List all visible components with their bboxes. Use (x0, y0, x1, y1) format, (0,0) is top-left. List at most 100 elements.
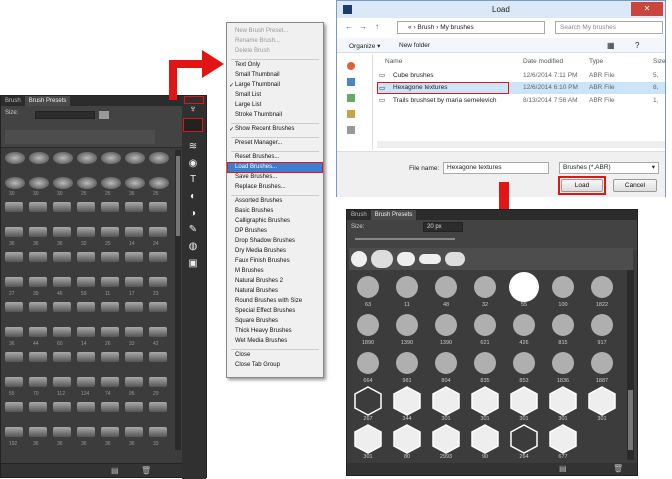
brush-thumbnail[interactable] (548, 310, 578, 340)
brush-thumbnail[interactable] (5, 177, 25, 189)
close-button[interactable]: ✕ (631, 2, 663, 16)
size-field[interactable]: 20 px (423, 222, 463, 232)
path-my-brushes[interactable]: My brushes (440, 24, 474, 31)
new-folder-button[interactable]: New folder (399, 42, 430, 49)
brush-thumbnail[interactable] (431, 348, 461, 378)
navigation-pane[interactable] (337, 54, 373, 150)
brush-thumbnail[interactable] (29, 377, 47, 387)
trash-icon[interactable]: 🗑 (613, 464, 623, 473)
brush-thumbnail[interactable] (77, 377, 95, 387)
character-icon[interactable]: T (186, 174, 200, 186)
brush-thumbnail[interactable] (470, 310, 500, 340)
brush-thumbnail[interactable] (149, 377, 167, 387)
brush-thumbnail[interactable] (392, 272, 422, 302)
brush-thumbnail[interactable] (53, 402, 71, 412)
brush-thumbnail[interactable] (101, 227, 119, 237)
scrollbar-thumb[interactable] (176, 156, 180, 236)
brush-thumbnail[interactable] (470, 272, 500, 302)
styles-icon[interactable]: ◉ (186, 158, 200, 170)
brush-thumbnail[interactable] (29, 277, 47, 287)
file-row[interactable]: ▭ Cube brushes 12/6/2014 7:11 PM ABR Fil… (377, 70, 665, 81)
brush-thumbnail[interactable] (353, 348, 383, 378)
brush-thumbnail[interactable] (149, 227, 167, 237)
brush-thumbnail[interactable] (77, 202, 95, 212)
brush-icon[interactable]: ♆ (186, 104, 200, 116)
menu-item[interactable]: DP Brushes (235, 228, 267, 234)
brush-thumbnail[interactable] (431, 272, 461, 302)
brush-thumbnail[interactable] (431, 424, 461, 454)
menu-item[interactable]: Faux Finish Brushes (235, 258, 290, 264)
brush-thumbnail[interactable] (101, 327, 119, 337)
menu-item[interactable]: Save Brushes... (235, 174, 277, 180)
menu-item[interactable]: Assorted Brushes (235, 198, 282, 204)
brush-thumbnail[interactable] (5, 252, 23, 262)
brush-thumbnail[interactable] (149, 152, 169, 164)
brush-thumbnail[interactable] (101, 302, 119, 312)
tab-brush[interactable]: Brush (1, 96, 25, 106)
brush-thumbnail[interactable] (101, 177, 121, 189)
brush-thumbnail-grid[interactable]: 30 30 30 25 25 36 25 36 36 36 32 25 14 24 27 39 46 59 11 17… (3, 150, 175, 450)
brush-thumbnail[interactable] (509, 348, 539, 378)
brush-thumbnail[interactable] (470, 386, 500, 416)
brush-thumbnail[interactable] (29, 402, 47, 412)
menu-item[interactable]: Close Tab Group (235, 362, 280, 368)
brush-thumbnail[interactable] (29, 177, 49, 189)
file-name-input[interactable]: Hexagone textures (443, 162, 549, 174)
brush-panel-toggle-icon[interactable] (183, 118, 203, 132)
brush-thumbnail[interactable] (5, 327, 23, 337)
brush-thumbnail[interactable] (5, 377, 23, 387)
brush-thumbnail-grid[interactable]: 63 11 48 32 55 100 1822 1890 1390 1390 621 426 815 91… (349, 270, 621, 460)
brush-thumbnail[interactable] (53, 377, 71, 387)
brush-thumbnail[interactable] (77, 252, 95, 262)
menu-item[interactable]: Thick Heavy Brushes (235, 328, 292, 334)
brush-thumbnail[interactable] (149, 252, 167, 262)
menu-item[interactable]: Basic Brushes (235, 208, 273, 214)
recent-brushes-strip[interactable] (349, 248, 633, 270)
brush-thumbnail[interactable] (587, 310, 617, 340)
brush-thumbnail[interactable] (587, 272, 617, 302)
address-bar[interactable]: « › Brush › My brushes (397, 21, 545, 34)
panel-menu-button[interactable] (184, 96, 204, 104)
brush-thumbnail[interactable] (101, 152, 121, 164)
col-size[interactable]: Size (653, 58, 666, 65)
scrollbar-thumb[interactable] (628, 390, 633, 450)
new-brush-icon[interactable]: ▤ (559, 464, 567, 473)
menu-item[interactable]: Stroke Thumbnail (235, 112, 282, 118)
brush-thumbnail[interactable] (149, 202, 167, 212)
brush-thumbnail[interactable] (392, 348, 422, 378)
brush-thumbnail[interactable] (125, 252, 143, 262)
brush-thumbnail[interactable] (149, 427, 167, 437)
menu-item[interactable]: Special Effect Brushes (235, 308, 295, 314)
brush-thumbnail[interactable] (77, 302, 95, 312)
brush-thumbnail[interactable] (548, 386, 578, 416)
menu-item[interactable]: Large List (235, 102, 261, 108)
menu-item[interactable]: Reset Brushes... (235, 154, 279, 160)
brush-thumbnail[interactable] (5, 302, 23, 312)
brush-thumbnail[interactable] (470, 424, 500, 454)
brush-thumbnail[interactable] (587, 348, 617, 378)
brush-thumbnail[interactable] (53, 177, 73, 189)
brush-thumbnail[interactable] (587, 386, 617, 416)
forward-icon[interactable]: → (359, 22, 367, 31)
path-brush[interactable]: Brush (417, 24, 434, 31)
brush-thumbnail[interactable] (353, 310, 383, 340)
brush-thumbnail[interactable] (29, 227, 47, 237)
menu-item[interactable]: Preset Manager... (235, 140, 282, 146)
brush-thumbnail[interactable] (125, 402, 143, 412)
menu-item[interactable]: M Brushes (235, 268, 264, 274)
brush-thumbnail[interactable] (5, 277, 23, 287)
file-row[interactable]: ▭ Trails brushset by maria semelevich 8/… (377, 95, 665, 106)
brush-thumbnail[interactable] (125, 227, 143, 237)
brush-thumbnail[interactable] (29, 252, 47, 262)
menu-item[interactable]: Close (235, 352, 250, 358)
brush-thumbnail[interactable] (125, 352, 143, 362)
menu-item[interactable]: Large Thumbnail (235, 82, 280, 88)
recent-brushes-strip[interactable] (5, 130, 155, 144)
brush-thumbnail[interactable] (29, 202, 47, 212)
brush-thumbnail[interactable] (149, 402, 167, 412)
brush-thumbnail[interactable] (77, 177, 97, 189)
menu-item[interactable]: Replace Brushes... (235, 184, 286, 190)
trash-icon[interactable]: 🗑 (141, 466, 151, 475)
brush-thumbnail[interactable] (77, 427, 95, 437)
brush-thumbnail[interactable] (149, 177, 169, 189)
